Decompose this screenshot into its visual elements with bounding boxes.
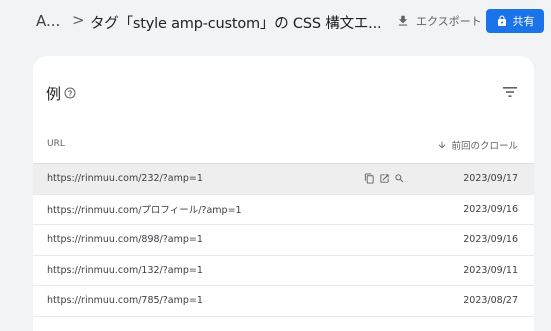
filter-icon[interactable]	[502, 85, 518, 99]
row-date: 2023/09/16	[463, 203, 518, 215]
share-button[interactable]: 共有	[486, 9, 544, 33]
card-title: 例	[46, 85, 62, 103]
arrow-down-icon	[439, 141, 446, 149]
open-in-new-icon[interactable]	[379, 173, 390, 184]
column-header-last-crawl[interactable]: 前回のクロール	[437, 138, 518, 152]
examples-card: 例 URL 前回のクロール https://rinmuu.com/232/?am…	[33, 56, 534, 331]
row-url: https://rinmuu.com/785/?amp=1	[47, 295, 203, 307]
row-url: https://rinmuu.com/232/?amp=1	[47, 173, 203, 185]
row-date: 2023/08/27	[463, 295, 518, 307]
row-date: 2023/09/17	[463, 173, 518, 185]
inspect-search-icon[interactable]	[394, 173, 405, 184]
column-header-last-crawl-label: 前回のクロール	[451, 141, 518, 152]
row-date: 2023/09/11	[463, 264, 518, 276]
row-url: https://rinmuu.com/プロフィール/?amp=1	[47, 205, 242, 217]
top-bar: A... > タグ「style amp-custom」の CSS 構文エ... …	[0, 0, 551, 44]
share-label: 共有	[512, 15, 535, 28]
breadcrumb-separator: >	[72, 11, 85, 29]
table-row[interactable]: https://rinmuu.com/785/?amp=1 2023/08/27	[33, 285, 534, 316]
lock-icon	[497, 15, 506, 26]
page-title: タグ「style amp-custom」の CSS 構文エ...	[90, 16, 382, 32]
table-divider	[33, 315, 534, 317]
table-row[interactable]: https://rinmuu.com/132/?amp=1 2023/09/11	[33, 254, 534, 286]
copy-icon[interactable]	[364, 173, 375, 184]
help-icon[interactable]	[64, 87, 76, 99]
row-actions	[364, 173, 405, 184]
row-url: https://rinmuu.com/898/?amp=1	[47, 234, 203, 246]
export-label: エクスポート	[416, 15, 482, 28]
table-row[interactable]: https://rinmuu.com/898/?amp=1 2023/09/16	[33, 224, 534, 255]
export-button[interactable]: エクスポート	[392, 8, 486, 34]
table-row[interactable]: https://rinmuu.com/プロフィール/?amp=1 2023/09…	[33, 193, 534, 225]
row-url: https://rinmuu.com/132/?amp=1	[47, 264, 203, 276]
column-header-url[interactable]: URL	[47, 139, 65, 149]
download-icon	[398, 15, 408, 26]
breadcrumb-root[interactable]: A...	[36, 12, 60, 30]
row-date: 2023/09/16	[463, 234, 518, 246]
table-row[interactable]: https://rinmuu.com/232/?amp=1 2023/09/17	[33, 163, 534, 194]
examples-table: https://rinmuu.com/232/?amp=1 2023/09/17…	[33, 163, 534, 317]
